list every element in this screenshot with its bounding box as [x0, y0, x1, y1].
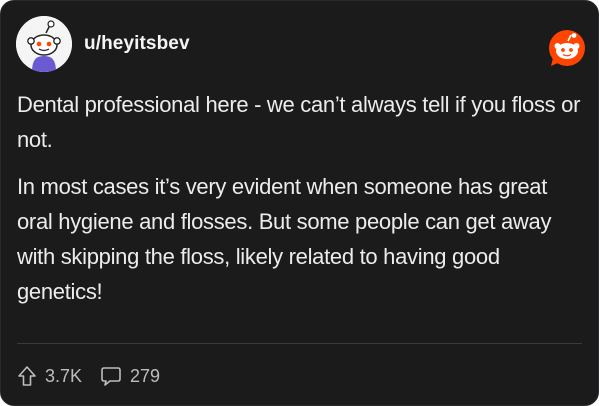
user-avatar[interactable] [16, 16, 72, 72]
comment-bubble-icon [101, 367, 121, 386]
upvote-count: 3.7K [45, 365, 83, 386]
comment-count: 279 [130, 365, 161, 386]
reddit-logo-icon [547, 28, 587, 68]
post-paragraph: Dental professional here - we can’t alwa… [17, 92, 581, 152]
post-card: u/heyitsbev Dental professional here - w… [0, 0, 599, 406]
snoo-avatar-icon [16, 16, 72, 72]
post-paragraph: In most cases it’s very evident when som… [17, 174, 552, 304]
upvote-arrow-icon [18, 366, 36, 386]
footer-divider [17, 343, 582, 344]
post-header: u/heyitsbev [14, 14, 585, 76]
upvote-button[interactable]: 3.7K [17, 365, 82, 387]
post-author-username[interactable]: u/heyitsbev [84, 33, 190, 55]
post-stats: 3.7K 279 [17, 361, 178, 391]
post-body: Dental professional here - we can’t alwa… [17, 87, 583, 321]
comments-button[interactable]: 279 [100, 365, 160, 387]
